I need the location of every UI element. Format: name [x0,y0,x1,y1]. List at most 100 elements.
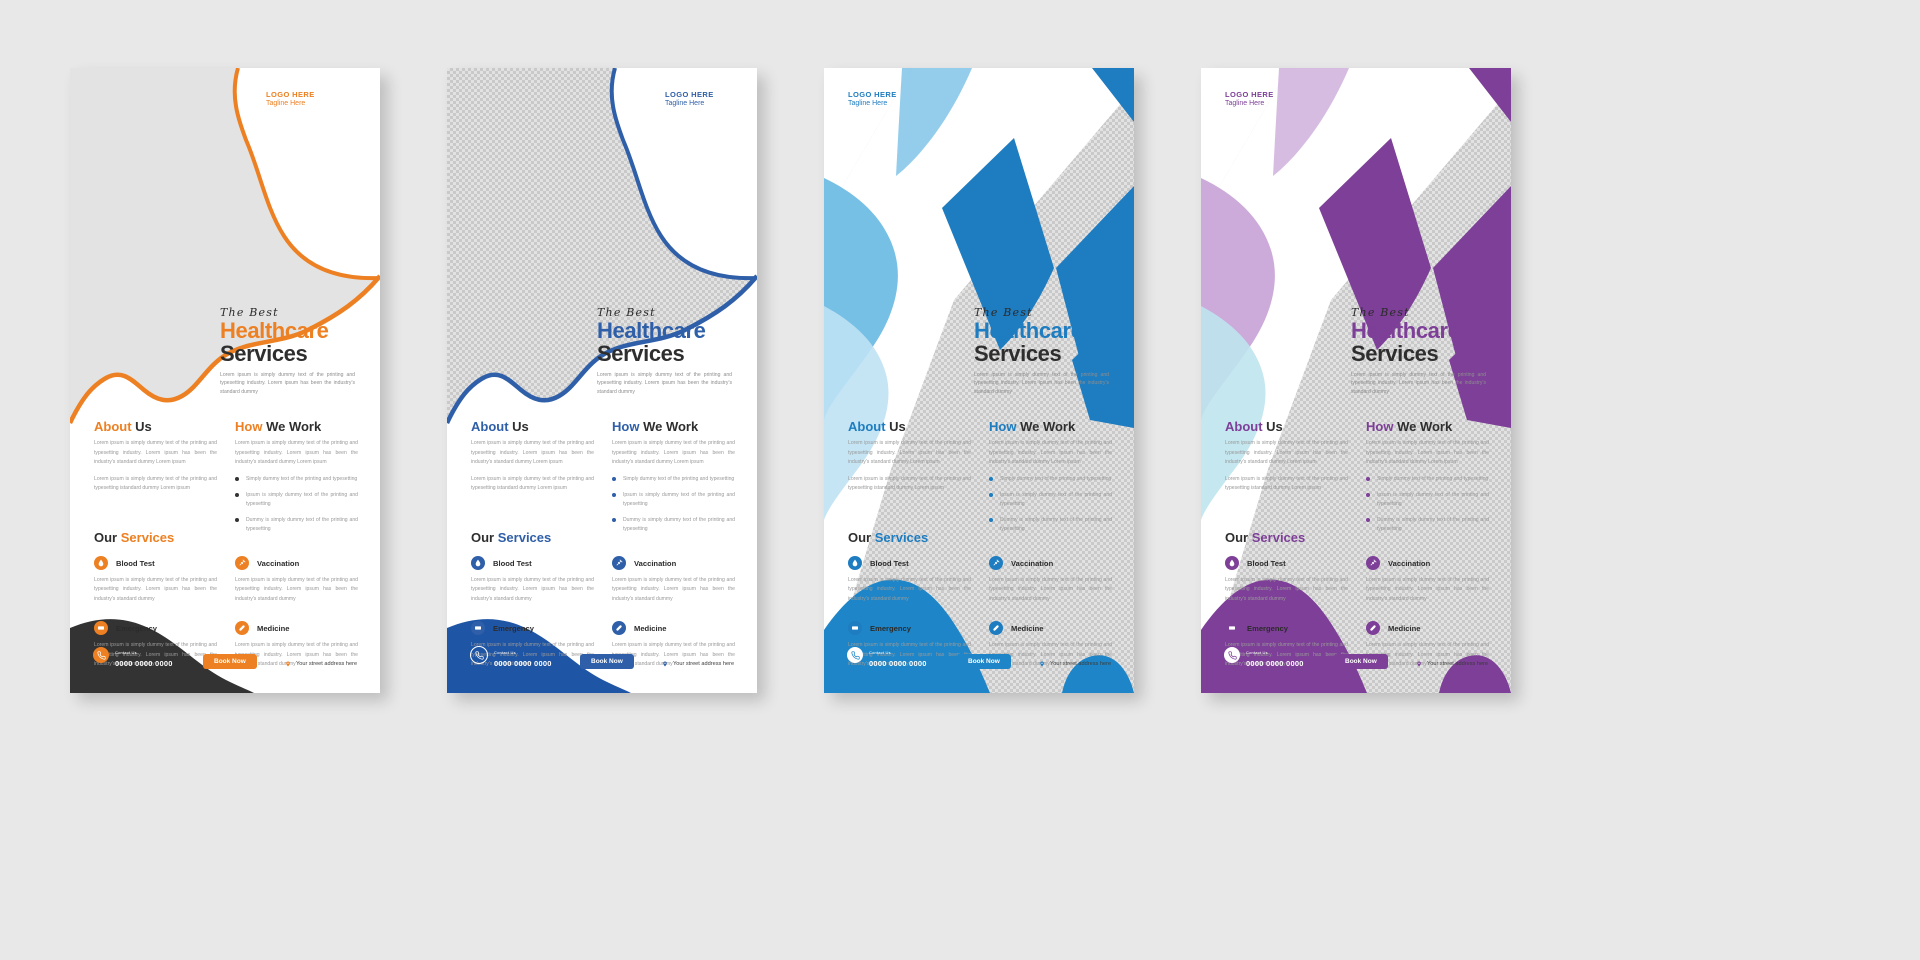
service-header: Blood Test [94,556,217,570]
service-header: Vaccination [612,556,735,570]
flyer-2[interactable]: LOGO HERE Tagline Here The Best Healthca… [447,68,757,693]
phone-icon [1224,647,1240,664]
about-heading-accent: About [848,419,886,434]
phone-icon [847,647,863,664]
how-heading-accent: How [612,419,640,434]
service-header: Blood Test [471,556,594,570]
about-heading-accent: About [471,419,509,434]
hero-description: Lorem ipsum is simply dummy text of the … [220,371,355,395]
book-now-button[interactable]: Book Now [203,654,257,669]
service-card[interactable]: Vaccination Lorem ipsum is simply dummy … [612,556,735,604]
flyer-4[interactable]: LOGO HERE Tagline Here The Best Healthca… [1201,68,1511,693]
service-card[interactable]: Vaccination Lorem ipsum is simply dummy … [235,556,358,604]
flyer-content: LOGO HERE Tagline Here The Best Healthca… [824,68,1134,693]
how-bullet-item: Dummy is simply dummy text of the printi… [612,516,735,534]
service-card[interactable]: Vaccination Lorem ipsum is simply dummy … [989,556,1112,604]
logo-block[interactable]: LOGO HERE Tagline Here [1225,90,1274,108]
hero-plain-word: Services [597,340,685,366]
flyer-3[interactable]: LOGO HERE Tagline Here The Best Healthca… [824,68,1134,693]
flyer-footer: Contact Us 0000 0000 0000 Book Now Your … [824,617,1134,693]
contact-phone: 0000 0000 0000 [494,659,552,669]
book-now-button[interactable]: Book Now [580,654,634,669]
about-paragraph: Lorem ipsum is simply dummy text of the … [471,475,594,491]
about-heading: About Us [1225,419,1348,434]
hero-plain-word: Services [1351,340,1439,366]
service-name: Blood Test [1247,558,1286,568]
how-heading-plain: We Work [1397,419,1453,434]
about-paragraph: Lorem ipsum is simply dummy text of the … [848,475,971,491]
service-header: Blood Test [1225,556,1348,570]
hero-block: The Best Healthcare Services Lorem ipsum… [974,306,1109,396]
service-description: Lorem ipsum is simply dummy text of the … [94,577,217,602]
service-name: Blood Test [493,558,532,568]
service-card[interactable]: Blood Test Lorem ipsum is simply dummy t… [94,556,217,604]
contact-block[interactable]: Contact Us 0000 0000 0000 [847,641,927,669]
contact-block[interactable]: Contact Us 0000 0000 0000 [93,641,173,669]
services-heading: Our Services [1225,530,1305,545]
bullet-dot [989,518,993,523]
service-name: Vaccination [634,558,677,568]
how-paragraph: Lorem ipsum is simply dummy text of the … [1366,440,1489,466]
how-bullet-list: Simply dummy text of the printing and ty… [1366,475,1489,535]
bullet-dot [612,476,616,481]
services-heading-plain: Our [848,530,872,545]
how-bullet-text: Simply dummy text of the printing and ty… [623,475,735,482]
contact-text: Contact Us 0000 0000 0000 [869,641,927,669]
hero-accent-word: Healthcare [597,318,706,343]
about-paragraph: Lorem ipsum is simply dummy text of the … [471,440,594,466]
service-description: Lorem ipsum is simply dummy text of the … [612,577,735,602]
how-heading-accent: How [989,419,1017,434]
logo-block[interactable]: LOGO HERE Tagline Here [266,90,315,108]
bullet-dot [1366,492,1370,497]
location-pin-icon [660,659,669,668]
logo-block[interactable]: LOGO HERE Tagline Here [848,90,897,108]
how-bullet-text: Simply dummy text of the printing and ty… [1000,475,1112,482]
contact-label: Contact Us [869,650,891,656]
how-bullet-item: Ipsum is simply dummy text of the printi… [989,491,1112,509]
service-card[interactable]: Blood Test Lorem ipsum is simply dummy t… [848,556,971,604]
flyer-1[interactable]: LOGO HERE Tagline Here The Best Healthca… [70,68,380,693]
how-paragraph: Lorem ipsum is simply dummy text of the … [612,440,735,466]
location-pin-icon [1414,659,1423,668]
logo-title: LOGO HERE [848,90,897,99]
hero-description: Lorem ipsum is simply dummy text of the … [597,371,732,395]
flyer-content: LOGO HERE Tagline Here The Best Healthca… [70,68,380,693]
how-bullet-item: Simply dummy text of the printing and ty… [612,475,735,484]
services-heading-accent: Services [1251,530,1306,545]
hero-block: The Best Healthcare Services Lorem ipsum… [597,306,732,396]
contact-label: Contact Us [1246,650,1268,656]
about-column: About Us Lorem ipsum is simply dummy tex… [94,419,217,541]
logo-title: LOGO HERE [266,90,315,99]
logo-title: LOGO HERE [665,90,714,99]
about-heading-plain: Us [135,419,152,434]
service-card[interactable]: Blood Test Lorem ipsum is simply dummy t… [471,556,594,604]
services-heading-accent: Services [120,530,175,545]
contact-block[interactable]: Contact Us 0000 0000 0000 [1224,641,1304,669]
about-column: About Us Lorem ipsum is simply dummy tex… [848,419,971,541]
syringe-icon [1366,556,1380,570]
service-description: Lorem ipsum is simply dummy text of the … [1225,577,1348,602]
service-name: Vaccination [257,558,300,568]
service-card[interactable]: Vaccination Lorem ipsum is simply dummy … [1366,556,1489,604]
services-heading: Our Services [471,530,551,545]
how-heading-plain: We Work [1020,419,1076,434]
book-now-button[interactable]: Book Now [957,654,1011,669]
how-bullet-item: Dummy is simply dummy text of the printi… [989,516,1112,534]
info-columns: About Us Lorem ipsum is simply dummy tex… [94,419,358,541]
services-heading-plain: Our [471,530,495,545]
how-bullet-text: Ipsum is simply dummy text of the printi… [246,491,358,507]
book-now-button[interactable]: Book Now [1334,654,1388,669]
services-heading: Our Services [94,530,174,545]
how-heading: How We Work [612,419,735,434]
about-paragraph: Lorem ipsum is simply dummy text of the … [848,440,971,466]
address-block: Your street address here [283,659,357,668]
how-column: How We Work Lorem ipsum is simply dummy … [1366,419,1489,541]
logo-block[interactable]: LOGO HERE Tagline Here [665,90,714,108]
hero-plain-word: Services [974,340,1062,366]
phone-icon [470,646,488,665]
service-card[interactable]: Blood Test Lorem ipsum is simply dummy t… [1225,556,1348,604]
contact-block[interactable]: Contact Us 0000 0000 0000 [470,641,552,669]
bullet-dot [612,492,616,497]
how-column: How We Work Lorem ipsum is simply dummy … [235,419,358,541]
how-bullet-item: Simply dummy text of the printing and ty… [235,475,358,484]
